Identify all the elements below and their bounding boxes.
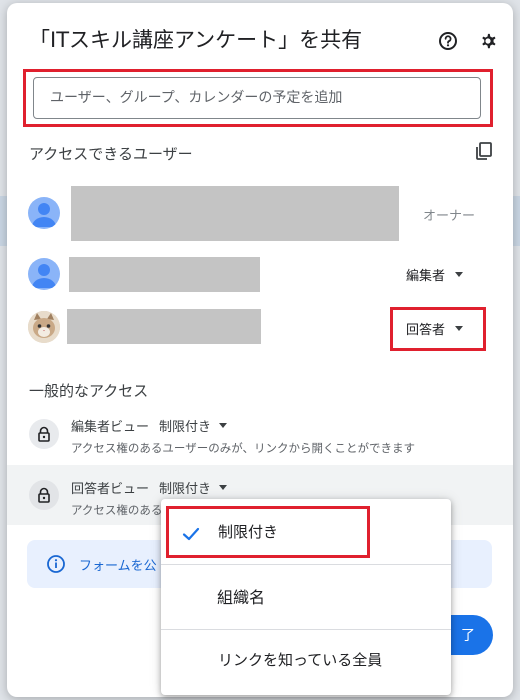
menu-item-organization[interactable]: 組織名 xyxy=(161,565,451,627)
caret-down-icon xyxy=(455,326,464,331)
caret-down-icon xyxy=(219,423,228,428)
lock-badge xyxy=(29,419,59,449)
menu-item-anyone-with-link-label: リンクを知っている全員 xyxy=(218,651,383,669)
editor-role-label: 編集者 xyxy=(406,269,446,284)
caret-down-icon xyxy=(219,485,228,490)
search-highlight-frame xyxy=(23,69,493,127)
respondent-view-access-dropdown[interactable]: 制限付き xyxy=(159,478,228,497)
redacted-user-name xyxy=(67,309,261,344)
respondent-view-access-row: 回答者ビュー 制限付き xyxy=(71,478,228,497)
cat-avatar xyxy=(28,311,60,343)
lock-icon xyxy=(38,487,50,503)
redacted-user-name xyxy=(69,257,260,292)
help-button[interactable] xyxy=(437,30,459,52)
copy-button[interactable] xyxy=(474,141,496,163)
dialog-title: 「ITスキル講座アンケート」を共有 xyxy=(29,28,363,52)
cat-photo-icon xyxy=(28,311,60,343)
general-access-heading: 一般的なアクセス xyxy=(29,382,149,400)
access-dropdown-menu: 制限付き 組織名 リンクを知っている全員 xyxy=(161,499,451,695)
editor-view-access-dropdown[interactable]: 制限付き xyxy=(159,416,228,435)
lock-icon xyxy=(38,426,50,442)
respondent-role-dropdown[interactable]: 回答者 xyxy=(406,319,464,338)
avatar xyxy=(28,258,60,290)
info-banner-text: フォームを公 xyxy=(79,559,157,574)
check-icon xyxy=(182,527,200,541)
info-icon xyxy=(47,555,65,573)
add-people-input[interactable] xyxy=(33,77,481,119)
copy-icon xyxy=(476,142,492,160)
person-icon xyxy=(32,264,56,288)
respondent-view-label: 回答者ビュー xyxy=(71,482,150,497)
caret-down-icon xyxy=(455,272,464,277)
editor-view-setting: 制限付き xyxy=(159,420,212,435)
person-icon xyxy=(32,203,56,227)
gear-icon xyxy=(482,33,496,49)
editor-role-dropdown[interactable]: 編集者 xyxy=(406,265,464,284)
respondent-view-setting: 制限付き xyxy=(159,482,212,497)
menu-item-anyone-with-link[interactable]: リンクを知っている全員 xyxy=(161,630,451,690)
editor-view-description: アクセス権のあるユーザーのみが、リンクから開くことができます xyxy=(71,441,415,455)
menu-item-restricted[interactable]: 制限付き xyxy=(161,505,451,561)
people-with-access-heading: アクセスできるユーザー xyxy=(29,145,193,163)
avatar xyxy=(28,197,60,229)
help-icon xyxy=(439,32,457,50)
owner-role-label: オーナー xyxy=(423,209,476,224)
menu-item-organization-label: 組織名 xyxy=(217,588,266,607)
respondent-role-label: 回答者 xyxy=(406,323,446,338)
respondent-view-description: アクセス権のある xyxy=(71,503,163,517)
editor-view-access-row: 編集者ビュー 制限付き xyxy=(71,416,228,435)
redacted-user-name xyxy=(71,186,399,241)
lock-badge xyxy=(29,480,59,510)
menu-item-restricted-label: 制限付き xyxy=(218,523,279,541)
editor-view-label: 編集者ビュー xyxy=(71,420,150,435)
settings-button[interactable] xyxy=(477,30,499,52)
